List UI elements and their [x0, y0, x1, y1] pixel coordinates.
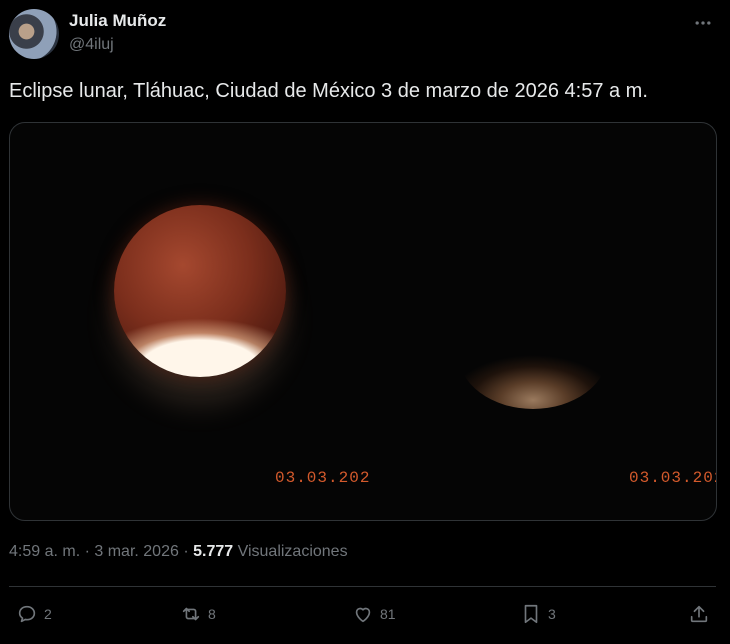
reply-icon [18, 605, 36, 623]
date-stamp-right: 03.03.202 [629, 469, 717, 487]
like-count: 81 [380, 606, 396, 622]
reply-count: 2 [44, 606, 52, 622]
avatar[interactable] [9, 9, 59, 59]
eclipsed-moon-small [458, 297, 608, 409]
bookmark-icon [524, 604, 538, 624]
like-button[interactable]: 81 [352, 603, 396, 625]
share-button[interactable] [688, 603, 710, 625]
bookmark-count: 3 [548, 606, 556, 622]
retweet-button[interactable]: 8 [180, 603, 216, 625]
author-name[interactable]: Julia Muñoz [69, 11, 166, 31]
tweet-date[interactable]: 3 mar. 2026 [94, 543, 179, 560]
tweet-media-image[interactable]: 03.03.202 03.03.202 [9, 122, 717, 521]
action-bar: 2 8 81 3 [0, 600, 730, 630]
views-count: 5.777 [193, 543, 234, 560]
heart-icon [355, 607, 371, 623]
tweet-time[interactable]: 4:59 a. m. [9, 543, 80, 560]
meta-separator: · [80, 543, 95, 560]
retweet-count: 8 [208, 606, 216, 622]
author-handle[interactable]: @4iluj [69, 36, 114, 54]
meta-separator: · [178, 543, 194, 560]
tweet-text: Eclipse lunar, Tláhuac, Ciudad de México… [9, 80, 648, 102]
share-icon [690, 605, 708, 623]
tweet-meta: 4:59 a. m. · 3 mar. 2026 · 5.777 Visuali… [9, 543, 348, 561]
divider [9, 586, 716, 587]
retweet-icon [182, 607, 200, 621]
more-options-icon[interactable] [690, 10, 716, 36]
date-stamp-left: 03.03.202 [275, 469, 371, 487]
reply-button[interactable]: 2 [16, 603, 52, 625]
bookmark-button[interactable]: 3 [520, 603, 556, 625]
views-label: Visualizaciones [233, 543, 348, 560]
eclipsed-moon-large [114, 205, 286, 377]
